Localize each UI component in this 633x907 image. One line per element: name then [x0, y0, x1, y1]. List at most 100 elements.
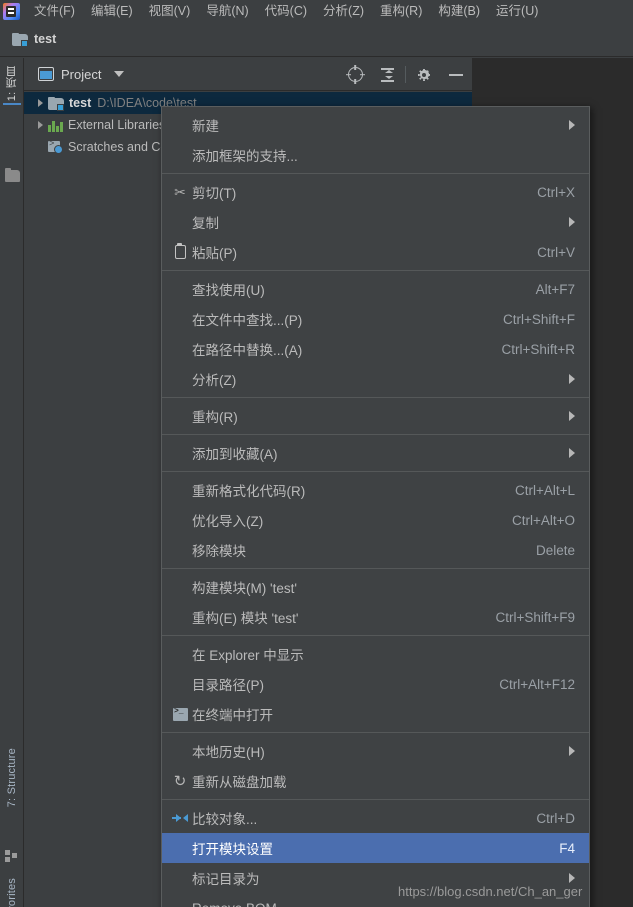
menu-item-label: 重构(E) 模块 'test' [192, 611, 299, 626]
menu-item-copy[interactable]: 复制 [162, 207, 589, 237]
menu-separator [162, 173, 589, 174]
menu-item-label: 本地历史(H) [192, 745, 265, 760]
menu-item-new[interactable]: 新建 [162, 110, 589, 140]
project-icon [38, 67, 54, 81]
menu-item-cut[interactable]: ✂ 剪切(T) Ctrl+X [162, 177, 589, 207]
scissors-icon: ✂ [174, 184, 186, 200]
menu-item-reformat-code[interactable]: 重新格式化代码(R) Ctrl+Alt+L [162, 475, 589, 505]
submenu-arrow-icon [569, 873, 575, 883]
menu-item-local-history[interactable]: 本地历史(H) [162, 736, 589, 766]
reload-icon: ↻ [173, 772, 187, 790]
sidebar-item-favorites[interactable]: 2: Favorites [1, 878, 23, 907]
crosshair-icon [345, 67, 365, 82]
menu-item-shortcut: Ctrl+V [537, 244, 575, 260]
menu-item-shortcut: Delete [535, 542, 575, 558]
sidebar-item-project-label: 1: 项目 [6, 66, 18, 102]
menu-refactor[interactable]: 重构(R) [372, 0, 430, 22]
menu-item-optimize-imports[interactable]: 优化导入(Z) Ctrl+Alt+O [162, 505, 589, 535]
menu-item-label: 查找使用(U) [192, 283, 265, 298]
menu-item-label: 比较对象... [192, 812, 258, 827]
locate-button[interactable] [339, 58, 371, 91]
menu-item-shortcut: Ctrl+D [536, 810, 575, 826]
menu-separator [162, 270, 589, 271]
breadcrumb[interactable]: test [12, 32, 57, 47]
scratches-icon [48, 139, 63, 154]
menu-item-paste[interactable]: 粘贴(P) Ctrl+V [162, 237, 589, 267]
menu-item-label: 打开模块设置 [192, 842, 273, 857]
menu-run[interactable]: 运行(U) [488, 0, 546, 22]
settings-button[interactable] [408, 58, 440, 91]
menu-item-label: 在路径中替换...(A) [192, 343, 303, 358]
menu-item-refactor[interactable]: 重构(R) [162, 401, 589, 431]
tree-item-label: External Libraries [68, 118, 166, 132]
menu-item-label: 分析(Z) [192, 373, 237, 388]
breadcrumb-label: test [34, 32, 57, 46]
menu-item-label: 重新格式化代码(R) [192, 484, 306, 499]
menu-item-add-to-favorites[interactable]: 添加到收藏(A) [162, 438, 589, 468]
menu-item-remove-module[interactable]: 移除模块 Delete [162, 535, 589, 565]
menu-item-reload-from-disk[interactable]: ↻ 重新从磁盘加载 [162, 766, 589, 796]
menu-item-label: 在文件中查找...(P) [192, 313, 303, 328]
minimize-icon [449, 73, 463, 76]
menu-separator [162, 635, 589, 636]
menu-code[interactable]: 代码(C) [257, 0, 315, 22]
menu-navigate[interactable]: 导航(N) [198, 0, 256, 22]
terminal-icon [168, 707, 192, 721]
menu-item-label: 构建模块(M) 'test' [192, 581, 297, 596]
menu-item-find-usages[interactable]: 查找使用(U) Alt+F7 [162, 274, 589, 304]
sidebar-item-project[interactable]: 1: 项目 [1, 66, 23, 106]
intellij-idea-logo [3, 2, 20, 20]
menu-item-label: 重新从磁盘加载 [192, 775, 287, 790]
collapse-all-button[interactable] [371, 58, 403, 91]
menu-item-shortcut: Alt+F7 [535, 281, 575, 297]
expand-arrow-icon[interactable] [34, 121, 46, 129]
menu-item-label: 剪切(T) [192, 186, 237, 201]
menu-item-open-module-settings[interactable]: 打开模块设置 F4 [162, 833, 589, 863]
menu-analyze[interactable]: 分析(Z) [315, 0, 372, 22]
menu-item-label: 添加到收藏(A) [192, 447, 278, 462]
menu-item-rebuild-module[interactable]: 重构(E) 模块 'test' Ctrl+Shift+F9 [162, 602, 589, 632]
library-icon [48, 119, 63, 132]
menu-item-label: 粘贴(P) [192, 246, 237, 261]
menu-item-compare-with[interactable]: 比较对象... Ctrl+D [162, 803, 589, 833]
menu-item-analyze[interactable]: 分析(Z) [162, 364, 589, 394]
menu-item-label: 在终端中打开 [192, 708, 273, 723]
menu-item-label: Remove BOM [192, 901, 575, 907]
chevron-down-icon[interactable] [114, 71, 125, 77]
menu-file[interactable]: 文件(F) [26, 0, 83, 22]
menu-edit[interactable]: 编辑(E) [83, 0, 141, 22]
sidebar-item-structure-icon-holder[interactable] [1, 850, 23, 862]
module-folder-icon [48, 96, 64, 111]
submenu-arrow-icon [569, 217, 575, 227]
navigation-bar: test [0, 22, 633, 57]
main-menu-bar: 文件(F) 编辑(E) 视图(V) 导航(N) 代码(C) 分析(Z) 重构(R… [0, 0, 633, 22]
submenu-arrow-icon [569, 746, 575, 756]
collapse-all-icon [380, 67, 395, 82]
menu-item-find-in-files[interactable]: 在文件中查找...(P) Ctrl+Shift+F [162, 304, 589, 334]
menu-separator [162, 434, 589, 435]
menu-item-label: 添加框架的支持... [192, 149, 298, 164]
left-tool-strip: 1: 项目 7: Structure 2: Favorites [0, 58, 24, 907]
expand-arrow-icon[interactable] [34, 99, 46, 107]
menu-item-replace-in-path[interactable]: 在路径中替换...(A) Ctrl+Shift+R [162, 334, 589, 364]
project-title-group[interactable]: Project [38, 67, 125, 82]
sidebar-item-folder[interactable] [1, 168, 23, 182]
active-tab-underline [3, 103, 21, 106]
menu-item-directory-path[interactable]: 目录路径(P) Ctrl+Alt+F12 [162, 669, 589, 699]
menu-build[interactable]: 构建(B) [430, 0, 488, 22]
menu-item-show-in-explorer[interactable]: 在 Explorer 中显示 [162, 639, 589, 669]
hide-button[interactable] [440, 58, 472, 91]
sidebar-item-structure[interactable]: 7: Structure [1, 748, 23, 807]
menu-separator [162, 568, 589, 569]
menu-item-open-in-terminal[interactable]: 在终端中打开 [162, 699, 589, 729]
module-folder-icon [12, 32, 28, 47]
project-tool-window-header: Project [24, 58, 472, 91]
clipboard-icon [168, 243, 192, 259]
submenu-arrow-icon [569, 448, 575, 458]
menu-item-build-module[interactable]: 构建模块(M) 'test' [162, 572, 589, 602]
menu-view[interactable]: 视图(V) [141, 0, 199, 22]
menu-item-add-framework-support[interactable]: 添加框架的支持... [162, 140, 589, 170]
idea-window: 文件(F) 编辑(E) 视图(V) 导航(N) 代码(C) 分析(Z) 重构(R… [0, 0, 633, 907]
menu-item-shortcut: F4 [559, 840, 575, 856]
menu-item-label: 移除模块 [192, 544, 246, 559]
